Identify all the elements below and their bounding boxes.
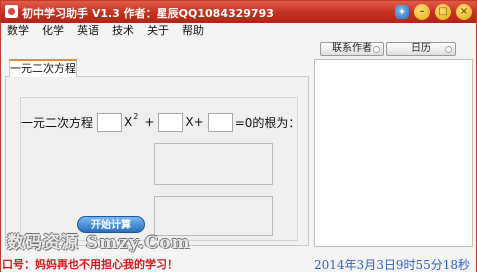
menu-about[interactable]: 关于 [147,23,169,39]
title-bar: 初中学习助手 V1.3 作者：星辰QQ1084329793 ✦ – □ × [1,1,476,23]
equation-suffix: =0的根为： [234,115,301,130]
menu-bar: 数学 化学 英语 技术 关于 帮助 [1,23,476,39]
watermark: 数码资源 Smzy.Com [7,233,191,253]
x2-symbol: X [124,115,133,129]
menu-chemistry[interactable]: 化学 [42,23,64,39]
equation-row: 一元二次方程 X 2 + X+ =0的根为： [21,111,300,133]
dot-icon [373,46,380,53]
skin-icon[interactable]: ✦ [395,5,409,19]
close-icon[interactable]: × [456,4,472,20]
right-panel [314,59,473,247]
menu-tech[interactable]: 技术 [112,23,134,39]
dot-icon [445,46,452,53]
x-symbol: X+ [185,115,204,129]
plus-symbol: + [144,115,155,129]
menu-math[interactable]: 数学 [7,23,29,39]
menu-english[interactable]: 英语 [77,23,99,39]
minimize-icon[interactable]: – [414,4,430,20]
coef-a-input[interactable] [97,112,123,132]
coef-b-input[interactable] [158,112,184,132]
x2-superscript: 2 [133,111,139,121]
contact-author-label: 联系作者 [332,43,372,54]
calendar-label: 日历 [411,43,431,54]
slogan-text: 口号：妈妈再也不用担心我的学习！ [2,258,178,271]
window-controls: ✦ – □ × [395,4,472,20]
app-icon [5,5,18,18]
datetime-text: 2014年3月3日9时55分18秒 [314,258,470,272]
coef-c-input[interactable] [207,112,233,132]
menu-help[interactable]: 帮助 [182,23,204,39]
calendar-button[interactable]: 日历 [386,42,456,56]
window-title: 初中学习助手 V1.3 作者：星辰QQ1084329793 [22,7,274,20]
result-box-1 [154,143,273,185]
tab-quadratic[interactable]: 一元二次方程 [9,59,77,77]
maximize-icon[interactable]: □ [435,4,451,20]
equation-prefix: 一元二次方程 [21,115,94,130]
app-window: 初中学习助手 V1.3 作者：星辰QQ1084329793 ✦ – □ × 数学… [0,0,477,272]
status-bar: 口号：妈妈再也不用担心我的学习！ 2014年3月3日9时55分18秒 [1,254,476,272]
contact-author-button[interactable]: 联系作者 [320,42,384,56]
